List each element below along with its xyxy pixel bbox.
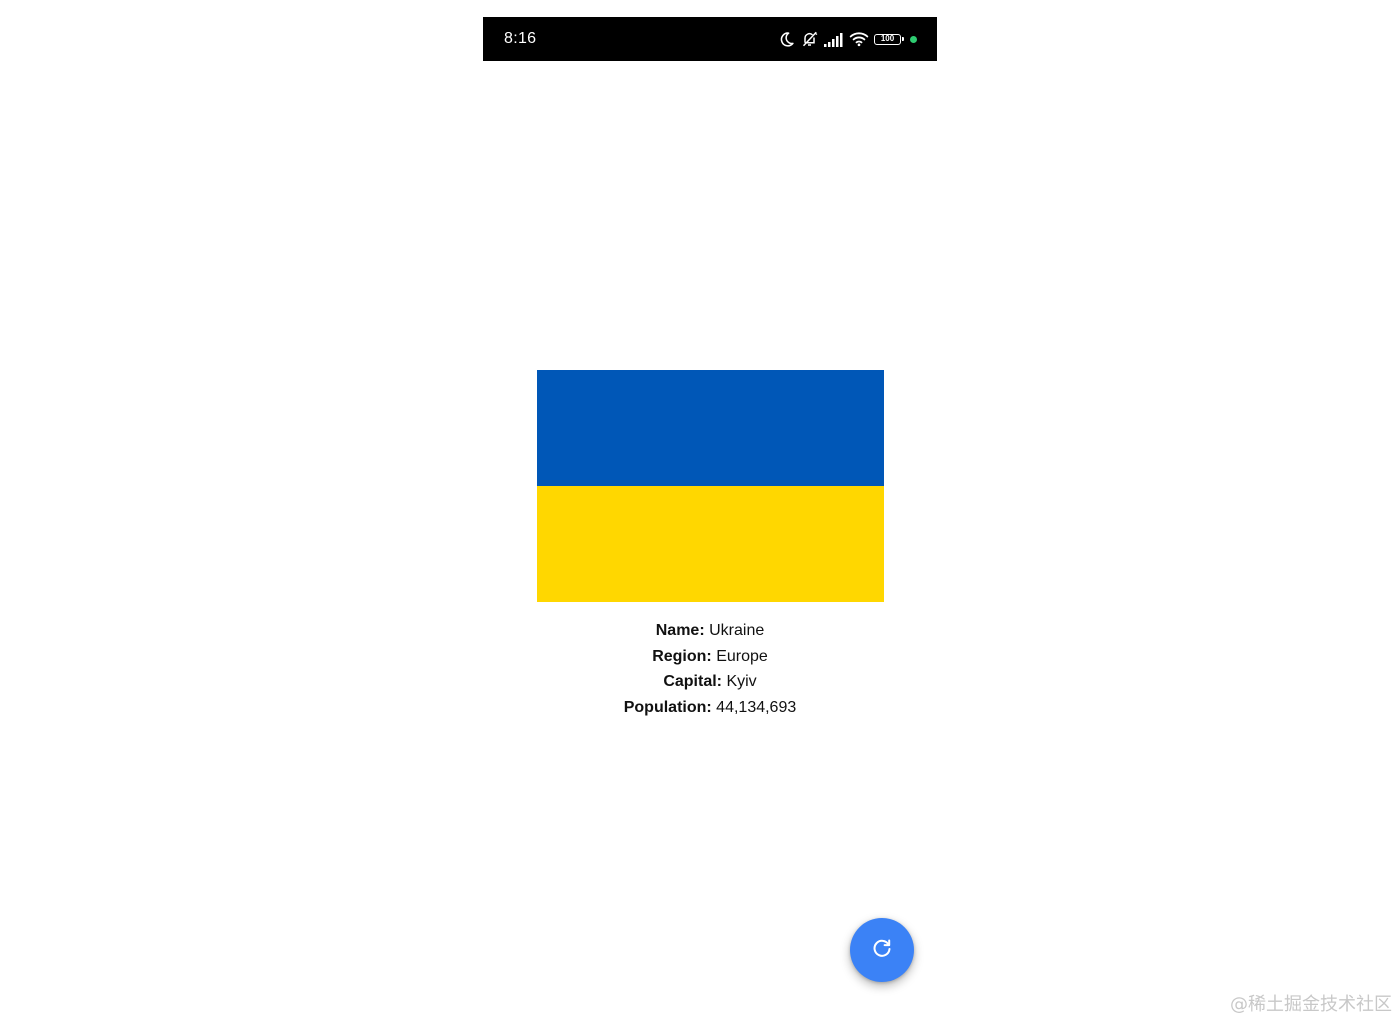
country-info: Name: Ukraine Region: Europe Capital: Ky… <box>560 618 860 720</box>
flag-bottom-stripe <box>537 486 884 602</box>
app-screen: 8:16 100 Name: Ukraine Region: Europe Ca… <box>0 0 1400 1022</box>
status-time: 8:16 <box>504 30 537 47</box>
bell-off-icon <box>800 30 819 48</box>
watermark: @稀土掘金技术社区 <box>1230 994 1392 1015</box>
refresh-icon <box>870 936 894 965</box>
population-value: 44,134,693 <box>716 698 797 716</box>
capital-label: Capital: <box>663 673 722 690</box>
moon-icon <box>778 31 795 48</box>
region-label: Region: <box>652 647 712 665</box>
population-label: Population: <box>623 698 712 716</box>
name-row: Name: Ukraine <box>560 618 860 644</box>
privacy-indicator-dot <box>910 35 917 43</box>
refresh-button[interactable] <box>850 918 914 982</box>
name-value: Ukraine <box>709 622 765 639</box>
region-row: Region: Europe <box>560 644 860 670</box>
battery-icon: 100 <box>874 33 904 45</box>
country-flag <box>537 370 884 602</box>
status-icons: 100 <box>778 29 917 49</box>
wifi-icon <box>849 31 869 47</box>
capital-row: Capital: Kyiv <box>560 669 860 695</box>
name-label: Name: <box>655 622 705 639</box>
signal-icon <box>824 32 844 47</box>
flag-top-stripe <box>537 370 884 486</box>
population-row: Population: 44,134,693 <box>560 695 860 721</box>
region-value: Europe <box>716 647 768 665</box>
status-bar: 8:16 100 <box>483 17 937 61</box>
capital-value: Kyiv <box>726 673 757 690</box>
